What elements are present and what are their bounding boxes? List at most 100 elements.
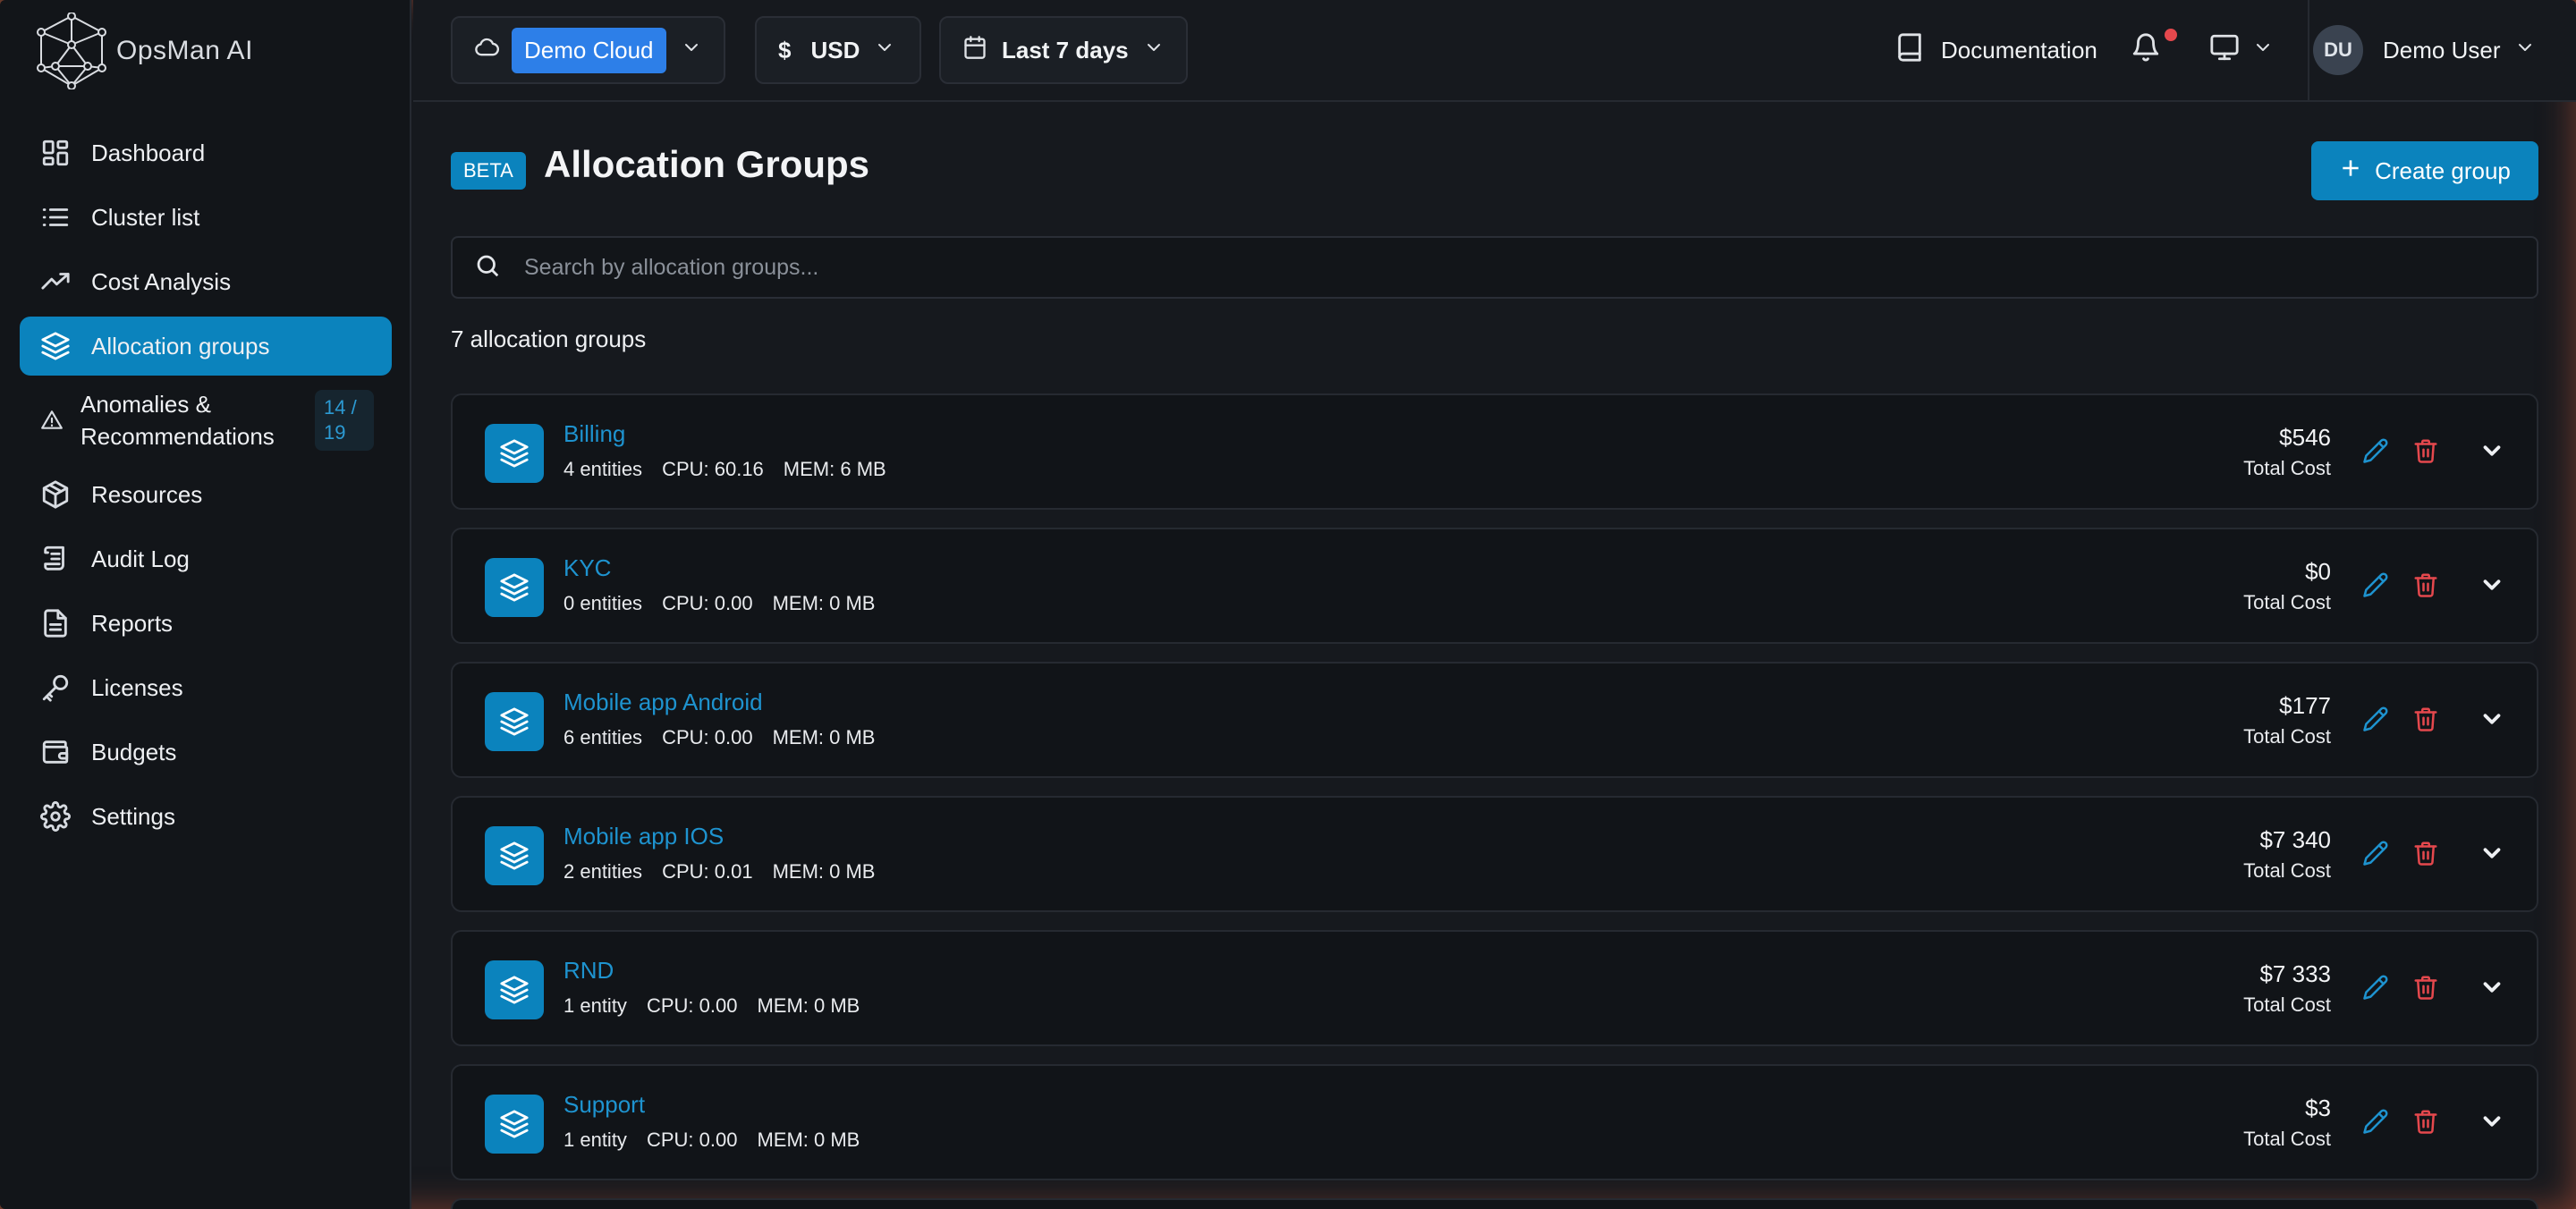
sidebar-item-reports[interactable]: Reports xyxy=(20,594,392,653)
trash-icon xyxy=(2412,974,2439,1005)
chevron-down-icon xyxy=(2479,974,2505,1005)
cpu-usage: CPU: 0.00 xyxy=(662,726,753,748)
create-group-button[interactable]: Create group xyxy=(2311,141,2538,200)
expand-group-button[interactable] xyxy=(2474,435,2510,470)
cpu-usage: CPU: 60.16 xyxy=(662,458,764,480)
expand-group-button[interactable] xyxy=(2474,703,2510,739)
allocation-group-row[interactable]: Billing 4 entities CPU: 60.16 MEM: 6 MB … xyxy=(451,393,2538,510)
total-cost-label: Total Cost xyxy=(2243,859,2331,882)
allocation-group-row[interactable]: KYC 0 entities CPU: 0.00 MEM: 0 MB $0 To… xyxy=(451,528,2538,644)
entity-count: 4 entities xyxy=(564,458,643,480)
edit-group-button[interactable] xyxy=(2358,569,2394,604)
sidebar-item-settings[interactable]: Settings xyxy=(20,787,392,846)
edit-group-button[interactable] xyxy=(2358,837,2394,873)
sidebar-item-resources[interactable]: Resources xyxy=(20,465,392,524)
mem-usage: MEM: 6 MB xyxy=(783,458,886,480)
group-cost: $0 Total Cost xyxy=(2243,558,2331,614)
user-name: Demo User xyxy=(2383,36,2501,63)
group-cost: $7 340 Total Cost xyxy=(2243,826,2331,883)
total-cost-value: $0 xyxy=(2305,558,2331,585)
chevron-down-icon xyxy=(2514,37,2536,64)
group-cost: $546 Total Cost xyxy=(2243,424,2331,480)
search-input[interactable] xyxy=(524,254,2537,281)
group-name-link[interactable]: Mobile app Android xyxy=(564,689,763,716)
cloud-icon xyxy=(474,35,499,66)
top-bar: Demo Cloud $ USD Last 7 days Documentati… xyxy=(413,0,2576,102)
search-bar[interactable] xyxy=(451,236,2538,299)
total-cost-label: Total Cost xyxy=(2243,591,2331,613)
pencil-icon xyxy=(2362,1108,2389,1139)
trash-icon xyxy=(2412,1108,2439,1139)
allocation-group-row[interactable] xyxy=(451,1198,2538,1209)
group-name-link[interactable]: Billing xyxy=(564,420,625,448)
allocation-group-list: Billing 4 entities CPU: 60.16 MEM: 6 MB … xyxy=(451,393,2538,1209)
allocation-group-row[interactable]: Support 1 entity CPU: 0.00 MEM: 0 MB $3 … xyxy=(451,1064,2538,1180)
allocation-group-row[interactable]: Mobile app Android 6 entities CPU: 0.00 … xyxy=(451,662,2538,778)
entity-count: 6 entities xyxy=(564,726,643,748)
logo-icon xyxy=(37,13,106,89)
group-name-link[interactable]: RND xyxy=(564,957,614,985)
sidebar-item-budgets[interactable]: Budgets xyxy=(20,723,392,782)
user-menu[interactable]: DU Demo User xyxy=(2313,16,2536,84)
sidebar-item-anomalies[interactable]: Anomalies & Recommendations 14 / 19 xyxy=(20,381,392,460)
sidebar-item-label: Cluster list xyxy=(91,204,200,231)
sidebar-item-cost-analysis[interactable]: Cost Analysis xyxy=(20,252,392,311)
group-name-link[interactable]: Support xyxy=(564,1091,645,1119)
key-icon xyxy=(39,672,72,704)
edit-group-button[interactable] xyxy=(2358,435,2394,470)
display-menu-button[interactable] xyxy=(2209,16,2274,84)
documentation-label: Documentation xyxy=(1941,36,2097,63)
group-cost: $7 333 Total Cost xyxy=(2243,960,2331,1017)
anomalies-count-badge: 14 / 19 xyxy=(315,390,374,451)
layers-icon xyxy=(39,330,72,362)
expand-group-button[interactable] xyxy=(2474,837,2510,873)
date-range-selector[interactable]: Last 7 days xyxy=(939,16,1188,84)
cloud-selector[interactable]: Demo Cloud xyxy=(451,16,725,84)
sidebar-item-label: Cost Analysis xyxy=(91,268,232,295)
beta-badge: BETA xyxy=(451,152,526,190)
delete-group-button[interactable] xyxy=(2408,1105,2444,1141)
currency-symbol: $ xyxy=(778,36,792,63)
logo[interactable]: OpsMan AI xyxy=(36,11,253,91)
notifications-button[interactable] xyxy=(2131,16,2177,84)
total-cost-value: $177 xyxy=(2279,692,2331,719)
group-stats: 1 entity CPU: 0.00 MEM: 0 MB xyxy=(564,994,860,1018)
group-name-link[interactable]: KYC xyxy=(564,554,611,582)
layers-icon xyxy=(485,424,544,483)
plus-icon xyxy=(2339,156,2375,186)
sidebar-item-audit-log[interactable]: Audit Log xyxy=(20,529,392,588)
delete-group-button[interactable] xyxy=(2408,435,2444,470)
delete-group-button[interactable] xyxy=(2408,971,2444,1007)
allocation-group-row[interactable]: RND 1 entity CPU: 0.00 MEM: 0 MB $7 333 … xyxy=(451,930,2538,1046)
chevron-down-icon xyxy=(2479,706,2505,737)
sidebar-item-cluster-list[interactable]: Cluster list xyxy=(20,188,392,247)
edit-group-button[interactable] xyxy=(2358,971,2394,1007)
trash-icon xyxy=(2412,706,2439,737)
expand-group-button[interactable] xyxy=(2474,1105,2510,1141)
edit-group-button[interactable] xyxy=(2358,1105,2394,1141)
group-stats: 6 entities CPU: 0.00 MEM: 0 MB xyxy=(564,726,875,749)
layers-icon xyxy=(485,1095,544,1154)
currency-selector[interactable]: $ USD xyxy=(755,16,921,84)
mem-usage: MEM: 0 MB xyxy=(772,860,876,883)
bell-icon xyxy=(2131,32,2161,69)
delete-group-button[interactable] xyxy=(2408,837,2444,873)
expand-group-button[interactable] xyxy=(2474,971,2510,1007)
edit-group-button[interactable] xyxy=(2358,703,2394,739)
header-divider xyxy=(2308,0,2309,102)
trending-up-icon xyxy=(39,266,72,298)
sidebar-item-licenses[interactable]: Licenses xyxy=(20,658,392,717)
entity-count: 1 entity xyxy=(564,994,627,1017)
expand-group-button[interactable] xyxy=(2474,569,2510,604)
group-stats: 0 entities CPU: 0.00 MEM: 0 MB xyxy=(564,592,875,615)
layers-icon xyxy=(485,960,544,1019)
documentation-link[interactable]: Documentation xyxy=(1894,16,2097,84)
cpu-usage: CPU: 0.00 xyxy=(662,592,753,614)
group-name-link[interactable]: Mobile app IOS xyxy=(564,823,724,850)
allocation-group-row[interactable]: Mobile app IOS 2 entities CPU: 0.01 MEM:… xyxy=(451,796,2538,912)
sidebar-item-allocation-groups[interactable]: Allocation groups xyxy=(20,317,392,376)
delete-group-button[interactable] xyxy=(2408,569,2444,604)
sidebar-item-dashboard[interactable]: Dashboard xyxy=(20,123,392,182)
entity-count: 0 entities xyxy=(564,592,643,614)
delete-group-button[interactable] xyxy=(2408,703,2444,739)
